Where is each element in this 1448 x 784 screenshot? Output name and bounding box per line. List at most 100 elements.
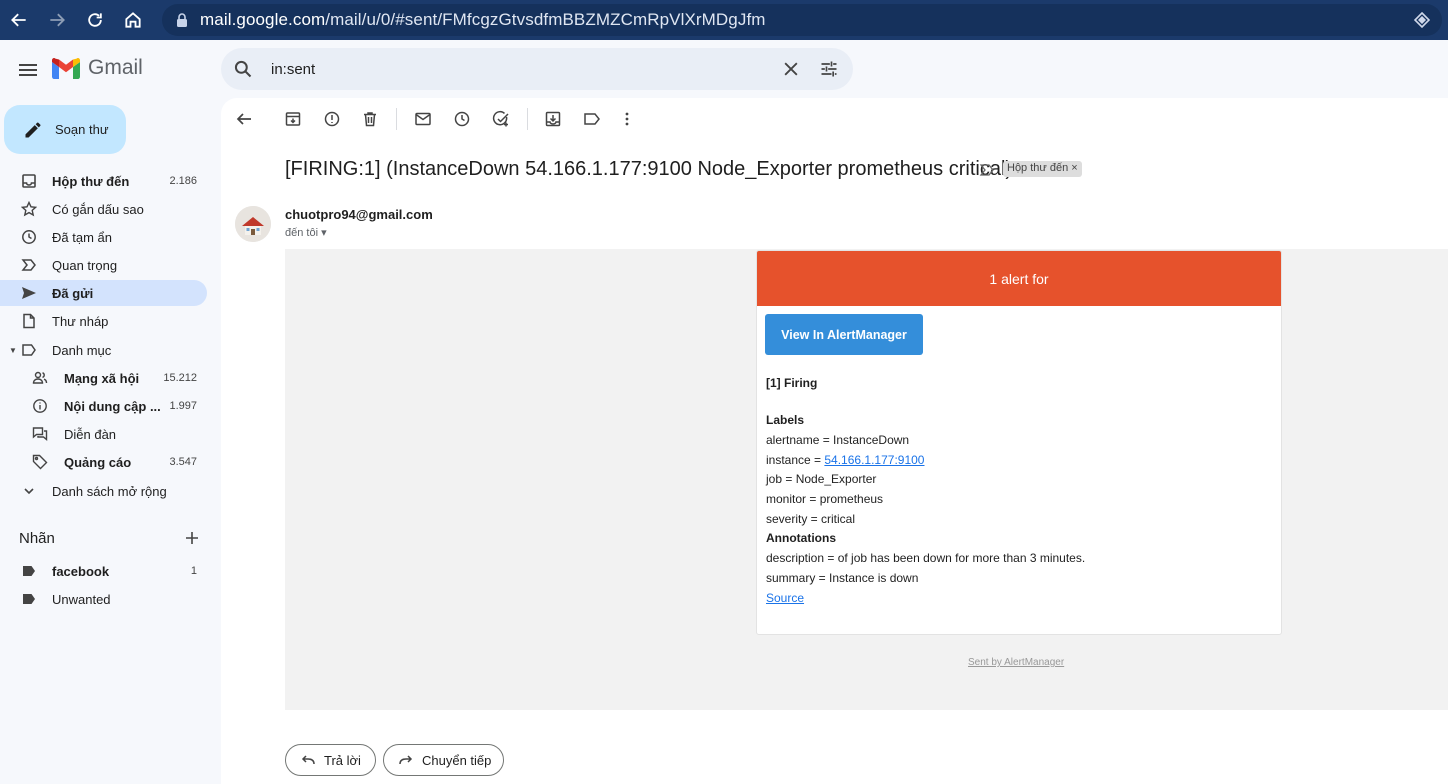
inbox-label-chip[interactable]: Hộp thư đến ×: [1003, 161, 1082, 177]
lock-icon: [176, 13, 188, 27]
instance-prefix: instance =: [766, 453, 825, 467]
alert-header: 1 alert for: [757, 251, 1281, 306]
forward-icon: [399, 755, 413, 765]
label-tag-icon: [20, 590, 38, 608]
sidebar-item-label: Quan trọng: [52, 257, 118, 273]
reply-label: Trả lời: [324, 752, 361, 768]
chevron-down-icon: [20, 482, 38, 500]
pencil-icon: [25, 122, 41, 137]
caret-down-icon[interactable]: ▾: [321, 227, 327, 239]
sidebar-item-label: Quảng cáo: [64, 454, 132, 470]
sidebar-item-label: Diễn đàn: [64, 426, 117, 442]
sidebar-item-forums[interactable]: Diễn đàn: [0, 421, 207, 447]
alert-card: 1 alert for View In AlertManager [1] Fir…: [756, 250, 1282, 635]
sidebar-item-updates[interactable]: Nội dung cập ... 1.997: [0, 393, 207, 419]
send-icon: [20, 284, 38, 302]
message-view: [FIRING:1] (InstanceDown 54.166.1.177:91…: [221, 98, 1448, 784]
label-as-icon[interactable]: [583, 110, 601, 128]
forward-arrow-icon[interactable]: [38, 0, 76, 40]
sidebar-item-label: Danh sách mở rộng: [52, 483, 167, 499]
source-link[interactable]: Source: [766, 591, 804, 605]
email-body: 1 alert for View In AlertManager [1] Fir…: [285, 249, 1448, 710]
search-icon[interactable]: [233, 59, 253, 79]
sidebar-item-label: Thư nháp: [52, 313, 109, 329]
sidebar-item-more[interactable]: Danh sách mở rộng: [0, 478, 207, 504]
back-arrow-icon[interactable]: [0, 0, 38, 40]
more-options-icon[interactable]: [618, 110, 636, 128]
unread-count: 1: [190, 565, 197, 577]
label-alertname: alertname = InstanceDown: [766, 433, 910, 447]
extension-icon[interactable]: [1413, 11, 1431, 33]
reply-icon: [301, 755, 315, 765]
sidebar-item-inbox[interactable]: Hộp thư đến 2.186: [0, 168, 207, 194]
mark-unread-icon[interactable]: [414, 110, 432, 128]
sidebar-item-categories[interactable]: ▼ Danh mục: [0, 337, 207, 363]
clock-icon: [20, 228, 38, 246]
recipient-label: đến tôi: [285, 227, 319, 239]
url-text: mail.google.com/mail/u/0/#sent/FMfcgzGtv…: [200, 10, 766, 29]
delete-icon[interactable]: [361, 110, 379, 128]
label-tag-icon: [20, 562, 38, 580]
clear-search-icon[interactable]: [781, 59, 801, 79]
draft-icon: [20, 312, 38, 330]
sidebar-item-promotions[interactable]: Quảng cáo 3.547: [0, 449, 207, 475]
instance-link[interactable]: 54.166.1.177:9100: [824, 453, 924, 467]
sidebar-item-label: Mạng xã hội: [64, 370, 140, 386]
reload-icon[interactable]: [76, 0, 114, 40]
browser-toolbar: mail.google.com/mail/u/0/#sent/FMfcgzGtv…: [0, 0, 1448, 40]
toolbar-divider: [527, 108, 528, 130]
remove-label-icon[interactable]: ×: [1071, 162, 1077, 174]
inbox-icon: [20, 172, 38, 190]
toolbar-divider: [396, 108, 397, 130]
sidebar-item-social[interactable]: Mạng xã hội 15.212: [0, 365, 207, 391]
label-icon: [20, 341, 38, 359]
sent-by-link[interactable]: Sent by AlertManager: [968, 657, 1064, 668]
annotation-summary: summary = Instance is down: [766, 571, 919, 585]
sidebar-item-important[interactable]: Quan trọng: [0, 252, 207, 278]
sidebar-item-sent[interactable]: Đã gửi: [0, 280, 207, 306]
sender-avatar[interactable]: [235, 206, 271, 242]
search-bar[interactable]: in:sent: [221, 48, 853, 90]
unread-count: 1.997: [169, 400, 197, 412]
sidebar-label-facebook[interactable]: facebook 1: [0, 558, 207, 584]
compose-button[interactable]: Soạn thư: [4, 105, 126, 154]
move-to-icon[interactable]: [544, 110, 562, 128]
add-task-icon[interactable]: [492, 110, 510, 128]
snooze-icon[interactable]: [453, 110, 471, 128]
report-spam-icon[interactable]: [323, 110, 341, 128]
reply-button[interactable]: Trả lời: [285, 744, 376, 776]
search-options-icon[interactable]: [819, 59, 839, 79]
view-in-alertmanager-button[interactable]: View In AlertManager: [765, 314, 923, 355]
address-bar[interactable]: mail.google.com/mail/u/0/#sent/FMfcgzGtv…: [162, 4, 1442, 36]
archive-icon[interactable]: [284, 110, 302, 128]
sidebar-item-label: Có gắn dấu sao: [52, 201, 144, 217]
sidebar-item-label: Hộp thư đến: [52, 173, 130, 189]
expand-caret-icon[interactable]: ▼: [9, 346, 17, 355]
annotation-description: description = of job has been down for m…: [766, 551, 1086, 565]
sidebar-item-drafts[interactable]: Thư nháp: [0, 308, 207, 334]
recipient-details[interactable]: đến tôi ▾: [285, 226, 327, 239]
sidebar-label-unwanted[interactable]: Unwanted: [0, 586, 207, 612]
back-icon[interactable]: [235, 110, 253, 128]
search-input[interactable]: in:sent: [271, 61, 315, 78]
sidebar-item-label: Unwanted: [52, 591, 111, 607]
labels-heading: Nhãn: [19, 530, 55, 547]
sidebar-item-snoozed[interactable]: Đã tạm ẩn: [0, 224, 207, 250]
sidebar-item-label: Đã tạm ẩn: [52, 229, 112, 245]
people-icon: [31, 369, 49, 387]
main-menu-icon[interactable]: [16, 58, 40, 82]
label-job: job = Node_Exporter: [766, 472, 877, 486]
sender-email: chuotpro94@gmail.com: [285, 207, 433, 222]
forward-button[interactable]: Chuyển tiếp: [383, 744, 504, 776]
label-severity: severity = critical: [766, 512, 856, 526]
gmail-logo[interactable]: Gmail: [52, 56, 143, 80]
sidebar-item-starred[interactable]: Có gắn dấu sao: [0, 196, 207, 222]
important-marker-icon[interactable]: [979, 162, 995, 178]
sidebar-item-label: Đã gửi: [52, 285, 94, 301]
sidebar-item-label: facebook: [52, 563, 110, 579]
gmail-m-icon: [52, 57, 80, 79]
home-icon[interactable]: [114, 0, 152, 40]
add-label-icon[interactable]: [183, 529, 201, 547]
sidebar-item-label: Nội dung cập ...: [64, 398, 161, 414]
forum-icon: [31, 425, 49, 443]
